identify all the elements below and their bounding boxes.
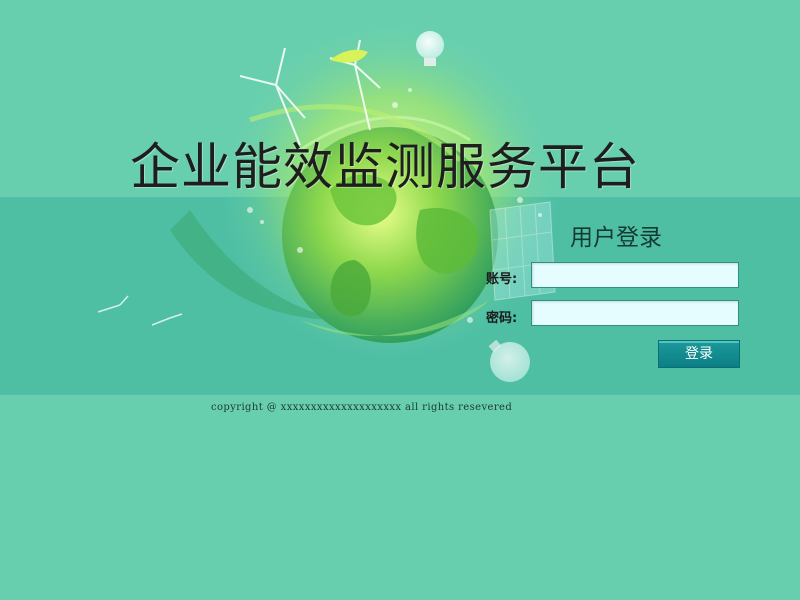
account-input[interactable] <box>531 262 739 288</box>
wind-turbine-icon <box>97 295 183 326</box>
login-heading: 用户登录 <box>570 225 662 251</box>
password-input[interactable] <box>531 300 739 326</box>
login-page: 企业能效监测服务平台 用户登录 账号: 密码: 登录 copyright @ x… <box>0 0 800 600</box>
login-button[interactable]: 登录 <box>658 340 740 368</box>
password-label: 密码: <box>486 311 518 326</box>
page-title: 企业能效监测服务平台 <box>130 138 640 196</box>
light-bulb-icon <box>488 339 530 382</box>
account-label: 账号: <box>486 272 518 287</box>
copyright-text: copyright @ xxxxxxxxxxxxxxxxxxxx all rig… <box>211 402 513 413</box>
